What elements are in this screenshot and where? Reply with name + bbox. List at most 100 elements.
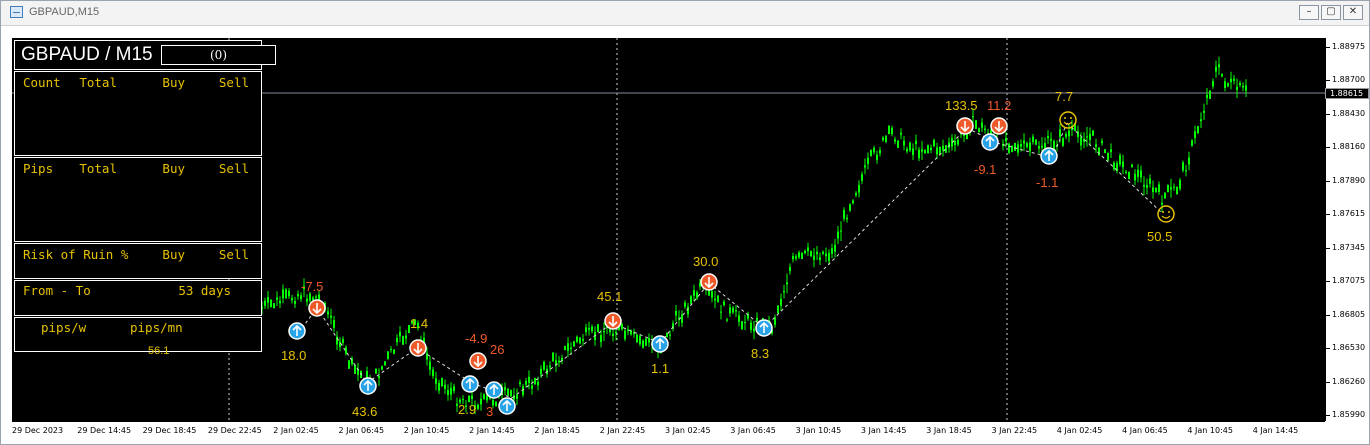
candle-body [897,140,899,148]
candle-body [1158,184,1160,192]
candle-body [864,165,866,168]
trade-label: 50.5 [1147,229,1173,244]
candle-body [288,290,290,297]
candle-body [477,404,479,409]
candle-body [570,347,572,350]
risk-table: Risk of Ruin % Buy Sell Risk2% 0.0 0.0 0… [14,243,262,279]
time-axis[interactable]: 29 Dec 2023 29 Dec 14:45 29 Dec 18:45 29 De… [12,421,1325,444]
rate-label-month: pips/mn [130,320,183,335]
price-axis-label: 1.88975 [1325,42,1366,51]
candle-body [1197,126,1199,134]
time-axis-label: 29 Dec 14:45 [77,426,132,435]
candle-body [1170,187,1172,190]
trade-label: 56.1 [148,345,170,357]
candle-body [681,314,683,323]
candle-body [600,335,602,343]
trade-label: 2.9 [458,402,477,417]
candle-body [447,389,449,396]
trade-label: 30.0 [693,254,719,269]
symbol-name: GBPAUD / M15 [21,44,153,65]
candle-body [717,295,719,303]
trade-label: 7.7 [1055,89,1074,104]
candle-body [579,337,581,344]
candle-body [1137,169,1139,177]
candle-body [1119,155,1121,165]
period-range: 2023.10.20 - 2024.01.04 [23,298,197,313]
time-axis-label: 29 Dec 22:45 [207,426,262,435]
minimize-button[interactable]: – [1299,5,1319,20]
price-axis-label: 1.86805 [1325,309,1366,319]
candle-body [528,376,530,383]
table-row: Risk2% 0.0 0.0 0.0 [23,262,249,277]
candle-body [1206,94,1208,98]
candle-body [636,334,638,343]
candle-body [792,256,794,260]
trade-label: 8.3 [751,346,770,361]
candle-body [471,395,473,399]
trade-label: -7.5 [301,279,324,294]
candle-body [624,330,626,340]
candle-body [783,290,785,293]
trade-label: -9.1 [974,162,997,177]
candle-body [534,377,536,385]
candle-body [675,311,677,316]
candle-body [402,336,404,345]
candle-body [825,253,827,257]
candle-body [885,136,887,142]
candle-body [918,149,920,159]
candle-body [558,360,560,363]
candle-body [1080,137,1082,146]
time-axis-label: 2 Jan 10:45 [403,426,450,435]
rate-box: pips/w pips/mn 601 2403 [14,317,262,352]
table-row: Win % 59.4 55.3 63.5 [23,135,249,150]
candle-body [888,125,890,135]
period-label: From - To [23,283,91,298]
candle-body [615,331,617,334]
smiley-eye-icon [1168,211,1170,213]
candle-body [942,145,944,151]
candle-body [903,140,905,146]
smiley-eye-icon [1070,117,1072,119]
pips-table: Pips Total Buy Sell Total 6369 2969 3400… [14,157,262,242]
candle-body [744,321,746,324]
candle-body [567,343,569,351]
candle-body [1062,138,1064,146]
period-days: 53 days [178,283,231,298]
candle-body [1095,144,1097,148]
candle-body [1185,170,1187,172]
candle-body [264,300,266,306]
candle-body [354,364,356,374]
candle-body [282,289,284,299]
time-axis-label: 29 Dec 18:45 [142,426,197,435]
current-price-tag: 1.88615 [1325,88,1369,99]
candle-body [750,322,752,330]
trade-connector [763,127,968,329]
candle-body [753,328,755,332]
maximize-button[interactable]: ▢ [1321,5,1341,20]
candle-body [777,305,779,314]
candle-body [915,140,917,144]
candle-body [537,381,539,386]
candle-body [1050,138,1052,141]
candle-body [927,145,929,154]
candle-body [390,348,392,350]
time-axis-label: 4 Jan 06:45 [1122,426,1168,435]
trade-label: 26 [490,342,505,357]
candle-body [387,351,389,359]
smiley-eye-icon [1064,117,1066,119]
candle-body [381,366,383,370]
candle-body [435,378,437,384]
time-axis-label: 3 Jan 14:45 [860,426,907,435]
candle-body [1188,157,1190,165]
trade-label: 45.1 [597,289,623,304]
candle-body [921,149,923,152]
time-axis-label: 2 Jan 06:45 [338,426,385,435]
trade-label: 18.0 [281,348,307,363]
candle-body [582,339,584,341]
title-bar[interactable]: GBPAUD,M15 – ▢ ✕ [1,1,1369,26]
candle-body [1020,144,1022,147]
candle-body [972,116,974,118]
candle-body [786,282,788,285]
candle-body [393,349,395,354]
close-button[interactable]: ✕ [1343,5,1363,20]
